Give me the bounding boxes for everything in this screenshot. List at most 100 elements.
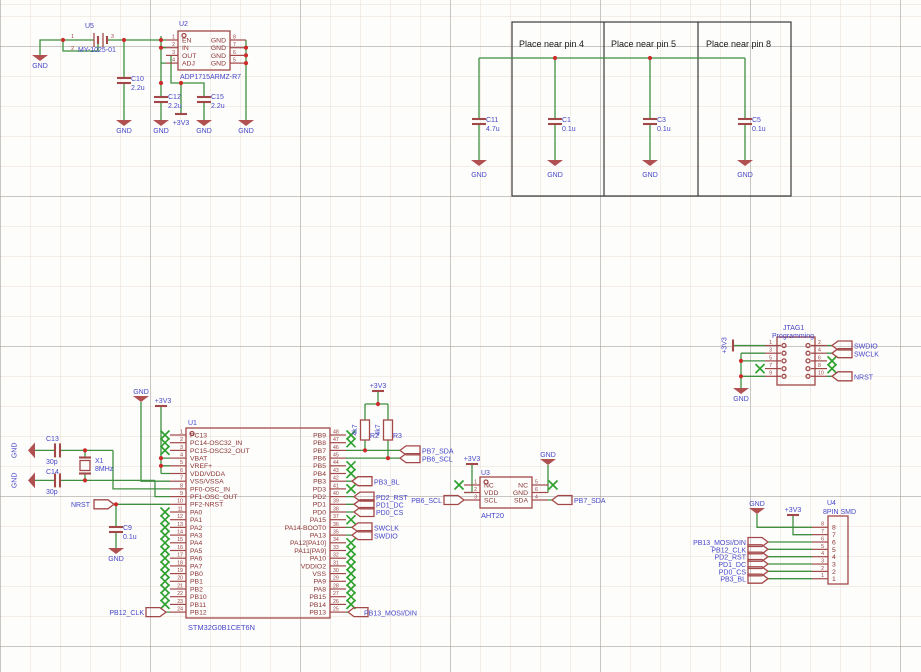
sensor-ref: U3 xyxy=(481,470,490,477)
schematic-canvas[interactable]: Place near pin 4 Place near pin 5 Place … xyxy=(0,0,921,672)
pin-number: 3 xyxy=(172,50,175,56)
no-connect-icon xyxy=(347,592,356,601)
pin-number: 5 xyxy=(821,544,824,550)
pin-name: PB9 xyxy=(313,432,326,439)
mcu-u1[interactable]: 1PC132PC14-OSC32_IN3PC15-OSC32_OUT4VBAT5… xyxy=(161,420,356,632)
pin-name: PB12 xyxy=(190,610,207,617)
no-connect-icon xyxy=(455,481,464,490)
gnd-label: GND xyxy=(737,172,753,179)
capacitor-c9[interactable]: C9 0.1u xyxy=(109,525,137,541)
capacitor-c1[interactable]: C1 0.1u xyxy=(548,117,576,133)
c15-value: 2.2u xyxy=(211,103,225,110)
v33-label: +3V3 xyxy=(785,507,802,514)
pin-number: 35 xyxy=(333,530,339,536)
capacitor-c12[interactable]: C12 2.2u xyxy=(154,94,182,110)
pin-name: PA0 xyxy=(190,509,203,516)
pin-name: 7 xyxy=(832,532,836,539)
capacitor-c5[interactable]: C5 0.1u xyxy=(738,117,766,133)
pin-number: 3 xyxy=(769,348,772,354)
no-connect-icon xyxy=(347,469,356,478)
no-connect-icon xyxy=(161,523,170,532)
pin-name: PA6 xyxy=(190,556,203,563)
pb6-scl-net-label: PB6_SCL xyxy=(422,456,453,463)
battery-symbol xyxy=(94,33,107,47)
no-connect-icon xyxy=(347,438,356,447)
pin-name: PB10 xyxy=(190,594,207,601)
pin-number: 5 xyxy=(769,355,772,361)
pin-name: 3 xyxy=(832,561,836,568)
capacitor-c15[interactable]: C15 2.2u xyxy=(197,94,225,110)
crystal-x1[interactable]: X1 8MHz xyxy=(79,458,114,474)
pb6-scl-net-label: PB6_SCL xyxy=(411,498,442,505)
no-connect-icon xyxy=(161,569,170,578)
pin-name: PA1 xyxy=(190,517,203,524)
pin-name: VDD xyxy=(484,490,498,497)
resistor-r3[interactable]: R3 4k7 xyxy=(375,420,402,440)
pin-name: PA13 xyxy=(310,533,326,540)
pin-number: 42 xyxy=(333,476,339,482)
pin-number: 32 xyxy=(333,553,339,559)
pin-name: VBAT xyxy=(190,456,207,463)
no-connect-icon xyxy=(161,446,170,455)
regulator-u2[interactable]: 1EN2IN3OUT4ADJ 8GND7GND6GND5GND U2 ADP17… xyxy=(166,21,246,81)
battery-u5[interactable]: 1 2 3 U5 MY-1025-01 xyxy=(71,23,116,54)
c9-value: 0.1u xyxy=(123,534,137,541)
pin-number: 40 xyxy=(333,491,339,497)
pin-name: VDDIO2 xyxy=(301,563,327,570)
swclk-net-label: SWCLK xyxy=(374,526,399,533)
connector-u4[interactable]: 8877665544332211 U4 8PIN SMD xyxy=(812,500,856,584)
pin-name: PF1-OSC_OUT xyxy=(190,494,238,501)
pin-name: VDD/VDDA xyxy=(190,471,226,478)
jtag-header[interactable]: 13579 246810 JTAG1 Programming xyxy=(756,325,837,385)
pin-name: ADJ xyxy=(182,61,195,68)
pin-name: PB6 xyxy=(313,456,326,463)
pin-number: 30 xyxy=(333,568,339,574)
pin-number: 11 xyxy=(178,506,183,512)
pin-name: PA15 xyxy=(310,517,326,524)
pin-name: 4 xyxy=(832,554,836,561)
no-connect-icon xyxy=(347,484,356,493)
v33-label: +3V3 xyxy=(722,337,729,354)
regulator-value: ADP1715ARMZ-R7 xyxy=(180,74,241,81)
pb13-mosi-net-label: PB13_MOSI/DIN xyxy=(364,610,417,617)
pin-number: 21 xyxy=(177,583,183,589)
gnd-label: GND xyxy=(32,63,48,70)
pin-number: 24 xyxy=(177,607,183,613)
capacitor-c3[interactable]: C3 0.1u xyxy=(643,117,671,133)
c11-ref: C11 xyxy=(486,117,498,124)
pin-name: PA11[PA9] xyxy=(294,548,326,555)
pin-name: PB11 xyxy=(190,602,206,609)
capacitor-c10[interactable]: C10 2.2u xyxy=(117,76,145,92)
pin-name: 1 xyxy=(832,576,836,583)
gnd-label: GND xyxy=(238,128,254,135)
no-connect-icon xyxy=(347,461,356,470)
gnd-label: GND xyxy=(540,452,556,459)
c13-ref: C13 xyxy=(46,436,59,443)
no-connect-icon xyxy=(347,538,356,547)
c9-ref: C9 xyxy=(123,525,132,532)
note-section-1: Place near pin 4 xyxy=(519,39,584,49)
pin-number: 4 xyxy=(821,551,824,557)
gnd-label: GND xyxy=(133,389,149,396)
pin-name: PB14 xyxy=(309,602,326,609)
pin-name: 2 xyxy=(832,569,836,576)
connector-ref: U4 xyxy=(827,500,836,507)
pin-number: 10 xyxy=(177,499,183,505)
connector-value: 8PIN SMD xyxy=(823,509,856,516)
swdio-net-label: SWDIO xyxy=(854,344,878,351)
pin-name: VSS/VSSA xyxy=(190,479,224,486)
capacitor-c11[interactable]: C11 4.7u xyxy=(472,117,500,133)
capacitor-c14[interactable]: C14 30p xyxy=(46,469,60,496)
no-connect-icon xyxy=(161,538,170,547)
sensor-u3[interactable]: 1NC2VDD3SCL 5NC6GND4SDA U3 AHT20 xyxy=(455,470,558,520)
r3-value: 4k7 xyxy=(375,424,382,435)
pin-name: PF0-OSC_IN xyxy=(190,486,230,493)
mcu-value: STM32G0B1CET6N xyxy=(188,623,255,632)
no-connect-icon xyxy=(161,431,170,440)
pin-name: 5 xyxy=(832,547,836,554)
power-labels: GND GND GND GND GND +3V3 GND GND GND GND… xyxy=(12,63,802,563)
nrst-net-label: NRST xyxy=(71,502,91,509)
no-connect-icon xyxy=(828,364,837,373)
pin-number: 17 xyxy=(177,553,183,559)
c12-value: 2.2u xyxy=(168,103,182,110)
